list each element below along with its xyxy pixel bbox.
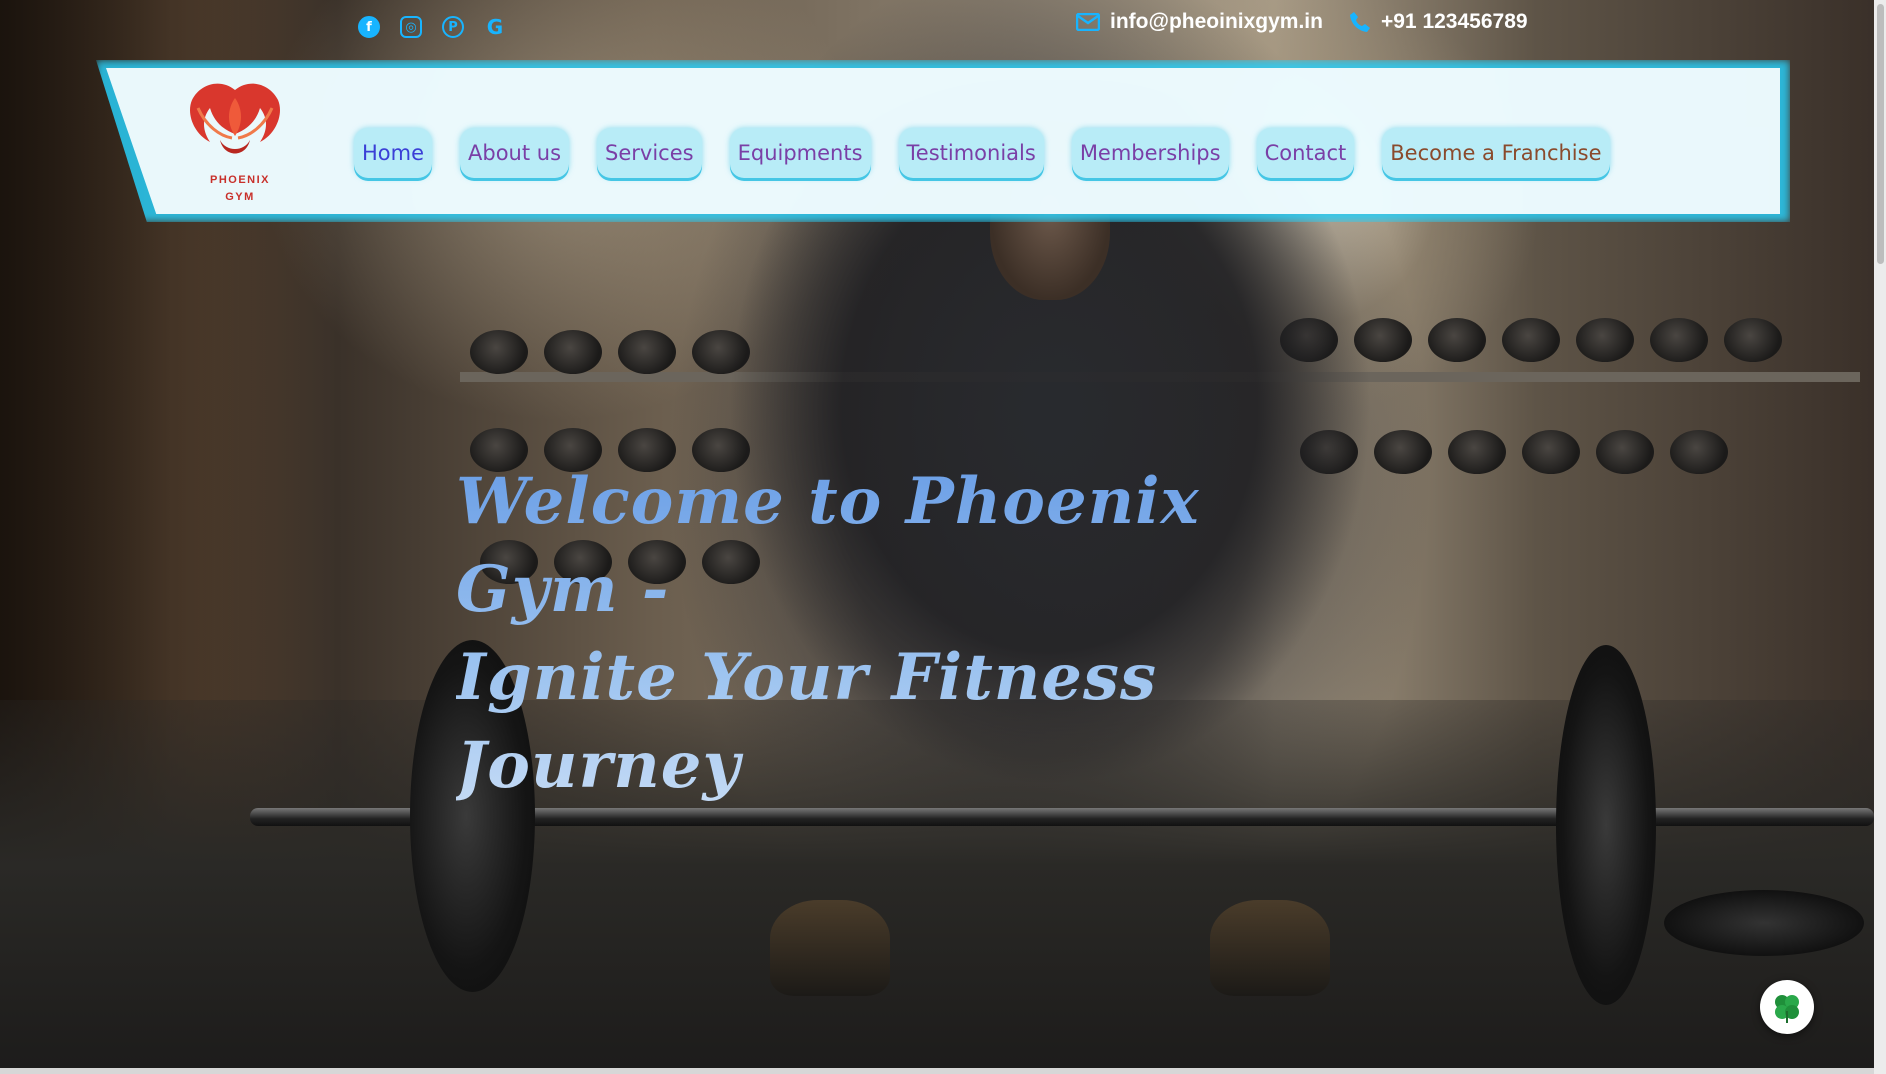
logo-wordmark: PHOENIX GYM — [200, 172, 280, 206]
horizontal-scrollbar[interactable] — [0, 1068, 1874, 1074]
clover-icon — [1775, 995, 1799, 1023]
hero-headline-line-1: Welcome to Phoenix Gym - — [456, 464, 1200, 627]
phone-icon — [1349, 12, 1370, 32]
email-text: info@pheoinixgym.in — [1110, 10, 1323, 33]
email-link[interactable]: info@pheoinixgym.in — [1076, 10, 1323, 34]
scrollbar-thumb[interactable] — [1877, 4, 1884, 264]
athlete-shoe — [1210, 900, 1330, 996]
pinterest-icon[interactable]: P — [442, 16, 464, 38]
nav-about-us[interactable]: About us — [460, 128, 570, 178]
hero-headline-line-2: Ignite Your Fitness Journey — [456, 640, 1158, 803]
nav-services[interactable]: Services — [597, 128, 702, 178]
nav-memberships[interactable]: Memberships — [1071, 128, 1229, 178]
nav-contact[interactable]: Contact — [1256, 128, 1355, 178]
weight-plate-right — [1556, 645, 1656, 1005]
facebook-icon[interactable]: f — [358, 16, 380, 38]
instagram-icon[interactable]: ◎ — [400, 16, 422, 38]
logo-line-1: PHOENIX — [209, 174, 270, 186]
envelope-icon — [1076, 13, 1100, 31]
main-nav: Home About us Services Equipments Testim… — [354, 128, 1610, 178]
weight-plate-floor — [1664, 890, 1864, 956]
dumbbell-rack-row — [470, 330, 750, 374]
chat-widget-button[interactable] — [1760, 980, 1814, 1034]
nav-equipments[interactable]: Equipments — [729, 128, 871, 178]
nav-become-franchise[interactable]: Become a Franchise — [1382, 128, 1610, 178]
nav-home[interactable]: Home — [354, 128, 433, 178]
nav-testimonials[interactable]: Testimonials — [898, 128, 1044, 178]
google-icon[interactable]: G — [484, 15, 506, 39]
social-links: f ◎ P G — [358, 15, 506, 39]
phone-link[interactable]: +91 123456789 — [1349, 10, 1528, 34]
hero-headline: Welcome to Phoenix Gym - Ignite Your Fit… — [456, 458, 1356, 810]
athlete-shoe — [770, 900, 890, 996]
contact-info: info@pheoinixgym.in +91 123456789 — [1076, 10, 1528, 34]
logo-line-2: GYM — [225, 191, 255, 203]
phone-text: +91 123456789 — [1380, 10, 1528, 33]
